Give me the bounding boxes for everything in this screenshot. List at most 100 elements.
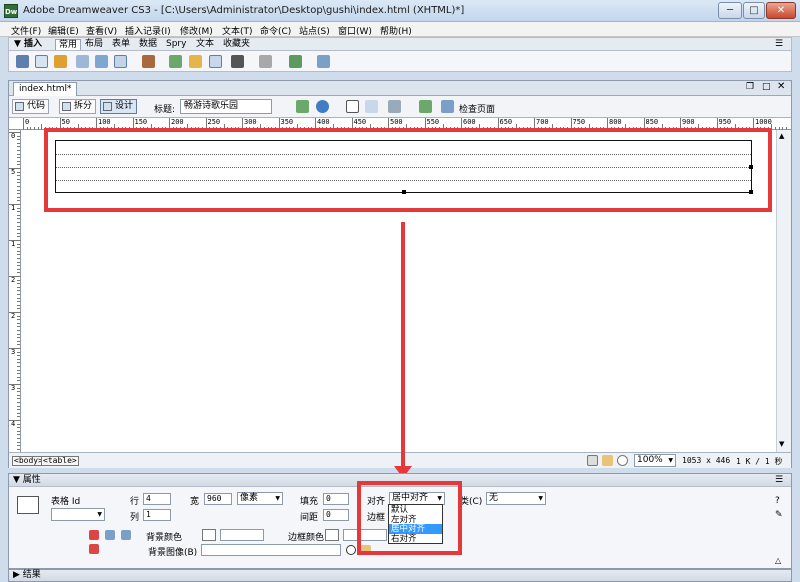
panel-options-icon[interactable]: ☰	[775, 39, 783, 49]
page-title-input[interactable]: 畅游诗歌乐园	[180, 99, 272, 114]
bgcolor-input[interactable]	[220, 529, 264, 541]
menu-site[interactable]: 站点(S)	[299, 24, 330, 37]
menu-commands[interactable]: 命令(C)	[260, 24, 291, 37]
ruler-label: 200	[171, 118, 184, 126]
pointer-tool-icon[interactable]	[587, 455, 598, 466]
tab-data[interactable]: 数据	[136, 39, 160, 50]
convert-widths-pixels-icon[interactable]	[105, 530, 115, 540]
table-id-select[interactable]	[51, 508, 105, 521]
tab-favorites[interactable]: 收藏夹	[220, 39, 253, 50]
edit-icon[interactable]: ✎	[775, 510, 783, 520]
visual-aids-icon[interactable]	[388, 100, 401, 113]
maximize-button[interactable]: □	[743, 2, 765, 19]
zoom-tool-icon[interactable]	[617, 455, 628, 466]
validate-markup-icon[interactable]	[419, 100, 432, 113]
menu-edit[interactable]: 编辑(E)	[48, 24, 79, 37]
ruler-label: 450	[353, 118, 367, 126]
email-link-icon[interactable]	[35, 55, 48, 68]
file-management-icon[interactable]	[296, 100, 309, 113]
zoom-select[interactable]: 100%	[634, 454, 676, 467]
menu-insert-record[interactable]: 插入记录(I)	[125, 24, 171, 37]
tab-index-html[interactable]: index.html*	[13, 82, 78, 96]
ruler-minor-tick	[17, 344, 20, 346]
insert-panel-toggle[interactable]: ▼ 插入	[11, 39, 45, 50]
convert-widths-percent-icon[interactable]	[121, 530, 131, 540]
design-view-button[interactable]: 设计	[100, 99, 138, 114]
head-icon[interactable]	[231, 55, 244, 68]
minimize-button[interactable]: ─	[718, 2, 742, 19]
tab-forms[interactable]: 表单	[109, 39, 133, 50]
named-anchor-icon[interactable]	[54, 55, 67, 68]
vertical-scrollbar[interactable]: ▲ ▼	[776, 130, 791, 452]
cellspace-input[interactable]: 0	[323, 509, 349, 521]
cols-input[interactable]: 1	[143, 509, 171, 521]
close-doc-icon[interactable]: ✕	[777, 81, 785, 92]
tab-text[interactable]: 文本	[193, 39, 217, 50]
script-icon[interactable]	[259, 55, 272, 68]
tab-common[interactable]: 常用	[55, 39, 82, 50]
cellpad-input[interactable]: 0	[323, 493, 349, 505]
hyperlink-icon[interactable]	[16, 55, 29, 68]
refresh-icon[interactable]	[346, 100, 359, 113]
clear-row-heights-icon[interactable]	[89, 530, 99, 540]
ruler-minor-tick	[17, 146, 20, 148]
split-view-button[interactable]: 拆分	[59, 99, 97, 114]
results-panel-header[interactable]: ▶ 结果	[8, 569, 792, 582]
menu-window[interactable]: 窗口(W)	[338, 24, 372, 37]
ruler-label: 0	[11, 132, 16, 140]
restore-icon[interactable]: ❐	[746, 82, 754, 92]
ruler-minor-tick	[17, 207, 20, 209]
preview-browser-icon[interactable]	[316, 100, 329, 113]
menu-help[interactable]: 帮助(H)	[380, 24, 412, 37]
hand-tool-icon[interactable]	[602, 455, 613, 466]
tag-chooser-icon[interactable]	[317, 55, 330, 68]
div-tag-icon[interactable]	[95, 55, 108, 68]
window-size[interactable]: 1053 x 446	[682, 456, 730, 465]
media-icon[interactable]	[142, 55, 155, 68]
close-button[interactable]: ✕	[766, 2, 796, 19]
point-to-file-icon[interactable]	[346, 545, 356, 555]
ruler-label: 500	[390, 118, 403, 126]
ruler-minor-tick	[17, 211, 20, 213]
date-icon[interactable]	[169, 55, 182, 68]
menu-view[interactable]: 查看(V)	[86, 24, 117, 37]
maximize-doc-icon[interactable]: □	[762, 82, 771, 92]
check-page-icon[interactable]	[441, 100, 454, 113]
class-select[interactable]: 无	[486, 492, 546, 505]
menu-modify[interactable]: 修改(M)	[180, 24, 213, 37]
comment-icon[interactable]	[209, 55, 222, 68]
width-input[interactable]: 960	[204, 493, 232, 505]
table-icon[interactable]	[76, 55, 89, 68]
tab-layout[interactable]: 布局	[82, 39, 106, 50]
ruler-label: 700	[536, 118, 549, 126]
collapse-icon[interactable]: △	[775, 556, 781, 565]
bgcolor-picker[interactable]	[202, 529, 216, 541]
code-view-button[interactable]: 代码	[12, 99, 50, 114]
design-view-icon	[103, 102, 112, 111]
properties-options-icon[interactable]: ☰	[775, 475, 783, 485]
ruler-minor-tick	[17, 322, 20, 324]
scroll-up-icon[interactable]: ▲	[779, 132, 784, 140]
image-icon[interactable]	[114, 55, 127, 68]
bgimage-input[interactable]	[201, 544, 341, 556]
ruler-label: 550	[426, 118, 440, 126]
help-icon[interactable]: ?	[775, 496, 780, 506]
tab-spry[interactable]: Spry	[163, 39, 189, 50]
server-side-include-icon[interactable]	[189, 55, 202, 68]
view-options-icon[interactable]	[365, 100, 378, 113]
menu-file[interactable]: 文件(F)	[11, 24, 41, 37]
clear-column-widths-icon[interactable]	[89, 544, 99, 554]
ruler-label: 250	[207, 118, 221, 126]
bordercolor-picker[interactable]	[325, 529, 339, 541]
ruler-major-tick	[23, 118, 24, 130]
rows-input[interactable]: 4	[143, 493, 171, 505]
ruler-label: 800	[609, 118, 622, 126]
check-page-button[interactable]: 检查页面	[459, 102, 495, 115]
menu-text[interactable]: 文本(T)	[222, 24, 253, 37]
scroll-down-icon[interactable]: ▼	[779, 440, 784, 448]
templates-icon[interactable]	[289, 55, 302, 68]
width-unit-select[interactable]: 像素	[237, 492, 283, 505]
ruler-minor-tick	[17, 308, 20, 310]
tag-body[interactable]: <body>	[12, 456, 45, 466]
tag-table[interactable]: <table>	[41, 456, 79, 466]
